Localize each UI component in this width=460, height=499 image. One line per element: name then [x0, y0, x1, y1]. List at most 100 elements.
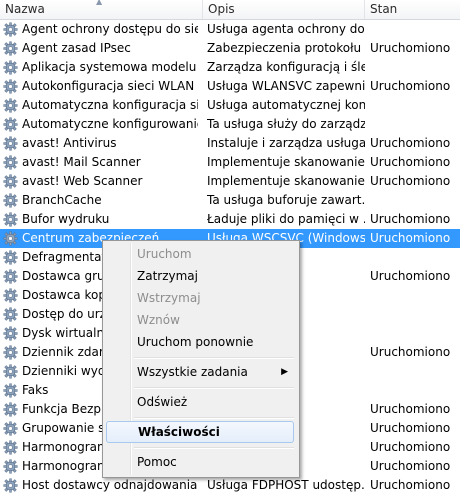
service-description: Ta usługa służy do zarządz... [207, 117, 365, 131]
service-gear-icon [3, 98, 18, 113]
service-row[interactable]: BranchCache Ta usługa buforuje zawart... [0, 191, 460, 210]
context-menu: Uruchom Zatrzymaj Wstrzymaj Wznów Urucho… [102, 240, 300, 478]
service-name: Host dostawcy odnajdowania f... [22, 478, 198, 492]
service-name: avast! Mail Scanner [22, 155, 141, 169]
service-gear-icon [3, 193, 18, 208]
service-row[interactable]: Automatyczna konfiguracja sie... Usługa a… [0, 96, 460, 115]
service-row[interactable]: Autokonfiguracja sieci WLAN Usługa WLANSV… [0, 77, 460, 96]
service-status: Uruchomiono [370, 459, 451, 473]
service-status: Uruchomiono [370, 136, 451, 150]
service-gear-icon [3, 250, 18, 265]
menu-item-properties-label: Właściwości [138, 425, 220, 439]
service-name: Autokonfiguracja sieci WLAN [22, 79, 195, 93]
column-header-description-label: Opis [208, 2, 235, 16]
service-status [370, 324, 460, 343]
menu-separator [134, 447, 294, 449]
menu-item-resume-label: Wznów [137, 313, 180, 327]
service-status: Uruchomiono [370, 478, 451, 492]
service-status: Uruchomiono [370, 345, 451, 359]
menu-item-help-label: Pomoc [137, 455, 177, 469]
service-status: Uruchomiono [370, 440, 451, 454]
service-gear-icon [3, 60, 18, 75]
menu-separator [134, 387, 294, 389]
service-status: Uruchomiono [370, 79, 451, 93]
menu-item-restart[interactable]: Uruchom ponownie [106, 331, 294, 353]
column-header-description[interactable]: Opis [203, 0, 365, 19]
service-description: Usługa WLANSVC zapewni... [207, 79, 365, 93]
service-name: Aplikacja systemowa modelu C... [22, 60, 198, 74]
service-gear-icon [3, 22, 18, 37]
service-gear-icon [3, 136, 18, 151]
menu-item-pause[interactable]: Wstrzymaj [106, 287, 294, 309]
service-gear-icon [3, 288, 18, 303]
menu-item-help[interactable]: Pomoc [106, 451, 294, 473]
service-status [370, 115, 460, 134]
service-gear-icon [3, 155, 18, 170]
service-status [370, 248, 460, 267]
service-gear-icon [3, 79, 18, 94]
service-gear-icon [3, 307, 18, 322]
menu-item-stop[interactable]: Zatrzymaj [106, 265, 294, 287]
column-header-status[interactable]: Stan [365, 0, 460, 19]
menu-item-refresh[interactable]: Odśwież [106, 391, 294, 413]
service-name: BranchCache [22, 193, 102, 207]
service-name: Automatyczne konfigurowanie ... [22, 117, 198, 131]
service-status: Uruchomiono [370, 41, 451, 55]
service-row[interactable]: avast! Antivirus Instaluje i zarządza usł… [0, 134, 460, 153]
service-status: Uruchomiono [370, 155, 451, 169]
service-status: Uruchomiono [370, 231, 451, 245]
service-gear-icon [3, 478, 18, 493]
menu-item-start-label: Uruchom [137, 247, 192, 261]
service-name: Agent ochrony dostępu do sieci [22, 22, 198, 36]
service-gear-icon [3, 41, 18, 56]
service-row[interactable]: Agent zasad IPsec Zabezpieczenia protokoł… [0, 39, 460, 58]
service-name: avast! Web Scanner [22, 174, 143, 188]
menu-item-resume[interactable]: Wznów [106, 309, 294, 331]
service-status [370, 191, 460, 210]
service-status [370, 58, 460, 77]
submenu-arrow-icon: ▶ [281, 367, 288, 377]
service-description: Usługa agenta ochrony dos... [207, 22, 365, 36]
service-description: Zarządza konfiguracją i śle... [207, 60, 365, 74]
service-gear-icon [3, 364, 18, 379]
service-description: Instaluje i zarządza usługa... [207, 136, 365, 150]
service-row[interactable]: avast! Mail Scanner Implementuje skanowan… [0, 153, 460, 172]
service-status: Uruchomiono [370, 174, 451, 188]
service-gear-icon [3, 402, 18, 417]
service-gear-icon [3, 231, 18, 246]
service-status: Uruchomiono [370, 402, 451, 416]
menu-separator [134, 417, 294, 419]
service-gear-icon [3, 212, 18, 227]
service-row[interactable]: Bufor wydruku Ładuje pliki do pamięci w .… [0, 210, 460, 229]
column-header-status-label: Stan [370, 2, 398, 16]
service-name: Bufor wydruku [22, 212, 110, 226]
service-gear-icon [3, 117, 18, 132]
service-gear-icon [3, 174, 18, 189]
service-status [370, 96, 460, 115]
service-description: Zabezpieczenia protokołu i... [207, 41, 365, 55]
column-header-name[interactable]: Nazwa ▲ [0, 0, 203, 19]
sort-ascending-icon: ▲ [96, 0, 103, 6]
service-description: Usługa FDPHOST udostęp... [207, 478, 365, 492]
service-gear-icon [3, 326, 18, 341]
service-row[interactable]: Automatyczne konfigurowanie ... Ta usługa… [0, 115, 460, 134]
service-row[interactable]: Agent ochrony dostępu do sieci Usługa age… [0, 20, 460, 39]
service-status [370, 286, 460, 305]
menu-item-start[interactable]: Uruchom [106, 243, 294, 265]
service-description: Implementuje skanowanie ... [207, 174, 365, 188]
service-row[interactable]: avast! Web Scanner Implementuje skanowani… [0, 172, 460, 191]
menu-item-all-tasks[interactable]: Wszystkie zadania ▶ [106, 361, 294, 383]
column-header-name-label: Nazwa [5, 2, 45, 16]
service-row[interactable]: Host dostawcy odnajdowania f... Usługa FD… [0, 476, 460, 495]
menu-item-stop-label: Zatrzymaj [137, 269, 198, 283]
service-gear-icon [3, 383, 18, 398]
column-header: Nazwa ▲ Opis Stan [0, 0, 460, 20]
service-gear-icon [3, 345, 18, 360]
service-row[interactable]: Aplikacja systemowa modelu C... Zarządza … [0, 58, 460, 77]
menu-item-properties[interactable]: Właściwości [106, 421, 294, 443]
menu-item-pause-label: Wstrzymaj [137, 291, 201, 305]
service-description: Ta usługa buforuje zawart... [207, 193, 365, 207]
service-status [370, 381, 460, 400]
service-status: Uruchomiono [370, 269, 451, 283]
service-status: Uruchomiono [370, 212, 451, 226]
